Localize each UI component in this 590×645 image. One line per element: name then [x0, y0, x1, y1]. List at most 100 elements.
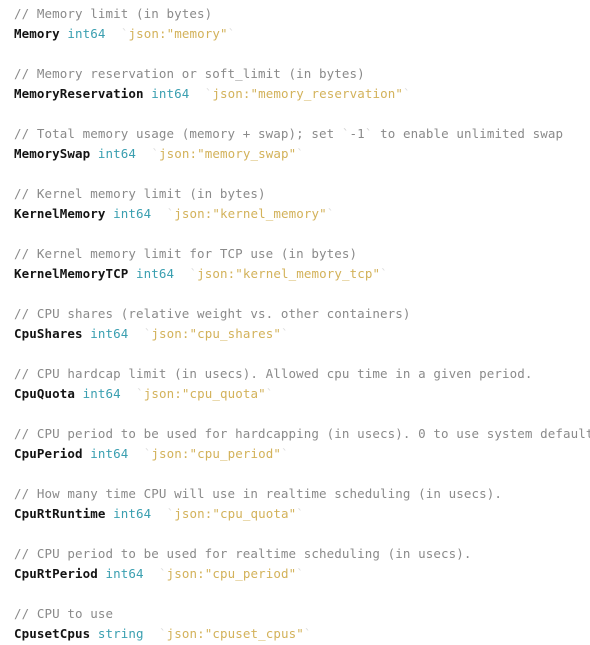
field-type: int64 — [82, 386, 121, 401]
field-name: KernelMemoryTCP — [14, 266, 129, 281]
code-block: // CPU to use CpusetCpus string `json:"cp… — [14, 604, 590, 644]
comment-text: // Kernel memory limit (in bytes) — [14, 186, 266, 201]
struct-tag-value: "memory" — [166, 26, 228, 41]
code-block: // CPU period to be used for hardcapping… — [14, 424, 590, 464]
code-block: // Memory limit (in bytes) Memory int64 `… — [14, 4, 590, 44]
comment-text: // Total memory usage (memory + swap); s… — [14, 126, 342, 141]
field-type: int64 — [151, 86, 190, 101]
code-block: // CPU hardcap limit (in usecs). Allowed… — [14, 364, 590, 404]
backtick-glyph: ` — [296, 146, 304, 161]
field-type: int64 — [67, 26, 106, 41]
comment-text: // Kernel memory limit for TCP use (in b… — [14, 246, 358, 261]
field-declaration-line: CpuQuota int64 `json:"cpu_quota"` — [14, 384, 590, 404]
comment-line: // How many time CPU will use in realtim… — [14, 484, 590, 504]
comment-text: // CPU period to be used for realtime sc… — [14, 546, 472, 561]
field-type: string — [97, 626, 144, 641]
comment-text: // CPU hardcap limit (in usecs). Allowed… — [14, 366, 533, 381]
field-name: MemoryReservation — [14, 86, 144, 101]
code-block: // Kernel memory limit (in bytes) KernelM… — [14, 184, 590, 224]
field-declaration-line: CpusetCpus string `json:"cpuset_cpus"` — [14, 624, 590, 644]
comment-line: // Kernel memory limit (in bytes) — [14, 184, 590, 204]
comment-text: // CPU to use — [14, 606, 114, 621]
struct-tag-key: json: — [158, 146, 198, 161]
code-block: // Kernel memory limit for TCP use (in b… — [14, 244, 590, 284]
code-listing: // Memory limit (in bytes) Memory int64 `… — [0, 0, 590, 644]
struct-tag-key: json: — [212, 86, 251, 101]
struct-tag-value: "cpu_shares" — [189, 326, 281, 341]
struct-tag-value: "kernel_memory" — [212, 206, 327, 221]
struct-tag-value: "memory_reservation" — [250, 86, 403, 101]
field-name: CpuRtRuntime — [14, 506, 106, 521]
backtick-glyph: ` — [158, 566, 167, 581]
comment-line: // Memory reservation or soft_limit (in … — [14, 64, 590, 84]
struct-tag-key: json: — [151, 326, 190, 341]
field-type: int64 — [113, 206, 152, 221]
backtick-glyph: ` — [380, 266, 388, 281]
field-type: int64 — [90, 446, 129, 461]
field-declaration-line: Memory int64 `json:"memory"` — [14, 24, 590, 44]
comment-line: // Memory limit (in bytes) — [14, 4, 590, 24]
comment-inline-code: -1 — [349, 126, 365, 141]
struct-tag-value: "cpu_quota" — [181, 386, 266, 401]
backtick-glyph: ` — [280, 326, 289, 341]
code-block: // How many time CPU will use in realtim… — [14, 484, 590, 524]
comment-line: // Total memory usage (memory + swap); s… — [14, 124, 590, 144]
struct-tag-key: json: — [197, 266, 236, 281]
comment-text: // Memory reservation or soft_limit (in … — [14, 66, 365, 81]
backtick-glyph: ` — [227, 26, 236, 41]
struct-tag-value: "kernel_memory_tcp" — [235, 266, 381, 281]
field-name: CpuShares — [14, 326, 83, 341]
comment-text: // CPU shares (relative weight vs. other… — [14, 306, 411, 321]
comment-line: // Kernel memory limit for TCP use (in b… — [14, 244, 590, 264]
backtick-glyph: ` — [280, 446, 289, 461]
backtick-glyph: ` — [189, 266, 198, 281]
field-declaration-line: MemorySwap int64 `json:"memory_swap"` — [14, 144, 590, 164]
struct-tag-key: json: — [151, 446, 190, 461]
field-name: KernelMemory — [14, 206, 106, 221]
backtick-glyph: ` — [303, 626, 312, 641]
backtick-glyph: ` — [296, 506, 304, 521]
field-declaration-line: CpuPeriod int64 `json:"cpu_period"` — [14, 444, 590, 464]
field-declaration-line: CpuShares int64 `json:"cpu_shares"` — [14, 324, 590, 344]
struct-tag-value: "memory_swap" — [197, 146, 297, 161]
field-declaration-line: KernelMemory int64 ` json:"kernel_memory"… — [14, 204, 590, 224]
field-declaration-line: CpuRtRuntime int64 `json:"cpu_quota"` — [14, 504, 590, 524]
comment-text: // Memory limit (in bytes) — [14, 6, 213, 21]
backtick-glyph: ` — [341, 126, 350, 141]
field-name: MemorySwap — [14, 146, 91, 161]
field-name: CpuQuota — [14, 386, 76, 401]
field-declaration-line: KernelMemoryTCP int64 `json:"kernel_memo… — [14, 264, 590, 284]
comment-line: // CPU period to be used for realtime sc… — [14, 544, 590, 564]
field-type: int64 — [105, 566, 144, 581]
comment-text: to enable unlimited swap — [372, 126, 564, 141]
backtick-glyph: ` — [158, 626, 167, 641]
field-name: Memory — [14, 26, 60, 41]
comment-line: // CPU period to be used for hardcapping… — [14, 424, 590, 444]
backtick-glyph: ` — [151, 146, 159, 161]
struct-tag-key: json: — [166, 566, 205, 581]
struct-tag-value: "cpu_period" — [204, 566, 297, 581]
code-block: // Memory reservation or soft_limit (in … — [14, 64, 590, 104]
struct-tag-key: json: — [174, 206, 213, 221]
field-name: CpusetCpus — [14, 626, 91, 641]
comment-text: // How many time CPU will use in realtim… — [14, 486, 503, 501]
backtick-glyph: ` — [265, 386, 274, 401]
struct-tag-value: "cpuset_cpus" — [204, 626, 304, 641]
struct-tag-key: json: — [166, 626, 205, 641]
comment-line: // CPU shares (relative weight vs. other… — [14, 304, 590, 324]
field-type: int64 — [97, 146, 137, 161]
backtick-glyph: ` — [136, 386, 144, 401]
field-type: int64 — [136, 266, 175, 281]
code-block: // CPU shares (relative weight vs. other… — [14, 304, 590, 344]
backtick-glyph: ` — [326, 206, 335, 221]
field-declaration-line: MemoryReservation int64 ` json:"memory_re… — [14, 84, 590, 104]
struct-tag-value: "cpu_quota" — [212, 506, 297, 521]
comment-line: // CPU to use — [14, 604, 590, 624]
backtick-glyph: ` — [402, 86, 411, 101]
comment-text: // CPU period to be used for hardcapping… — [14, 426, 590, 441]
code-block: // CPU period to be used for realtime sc… — [14, 544, 590, 584]
field-name: CpuRtPeriod — [14, 566, 98, 581]
backtick-glyph: ` — [296, 566, 304, 581]
struct-tag-key: json: — [174, 506, 213, 521]
code-block: // Total memory usage (memory + swap); s… — [14, 124, 590, 164]
